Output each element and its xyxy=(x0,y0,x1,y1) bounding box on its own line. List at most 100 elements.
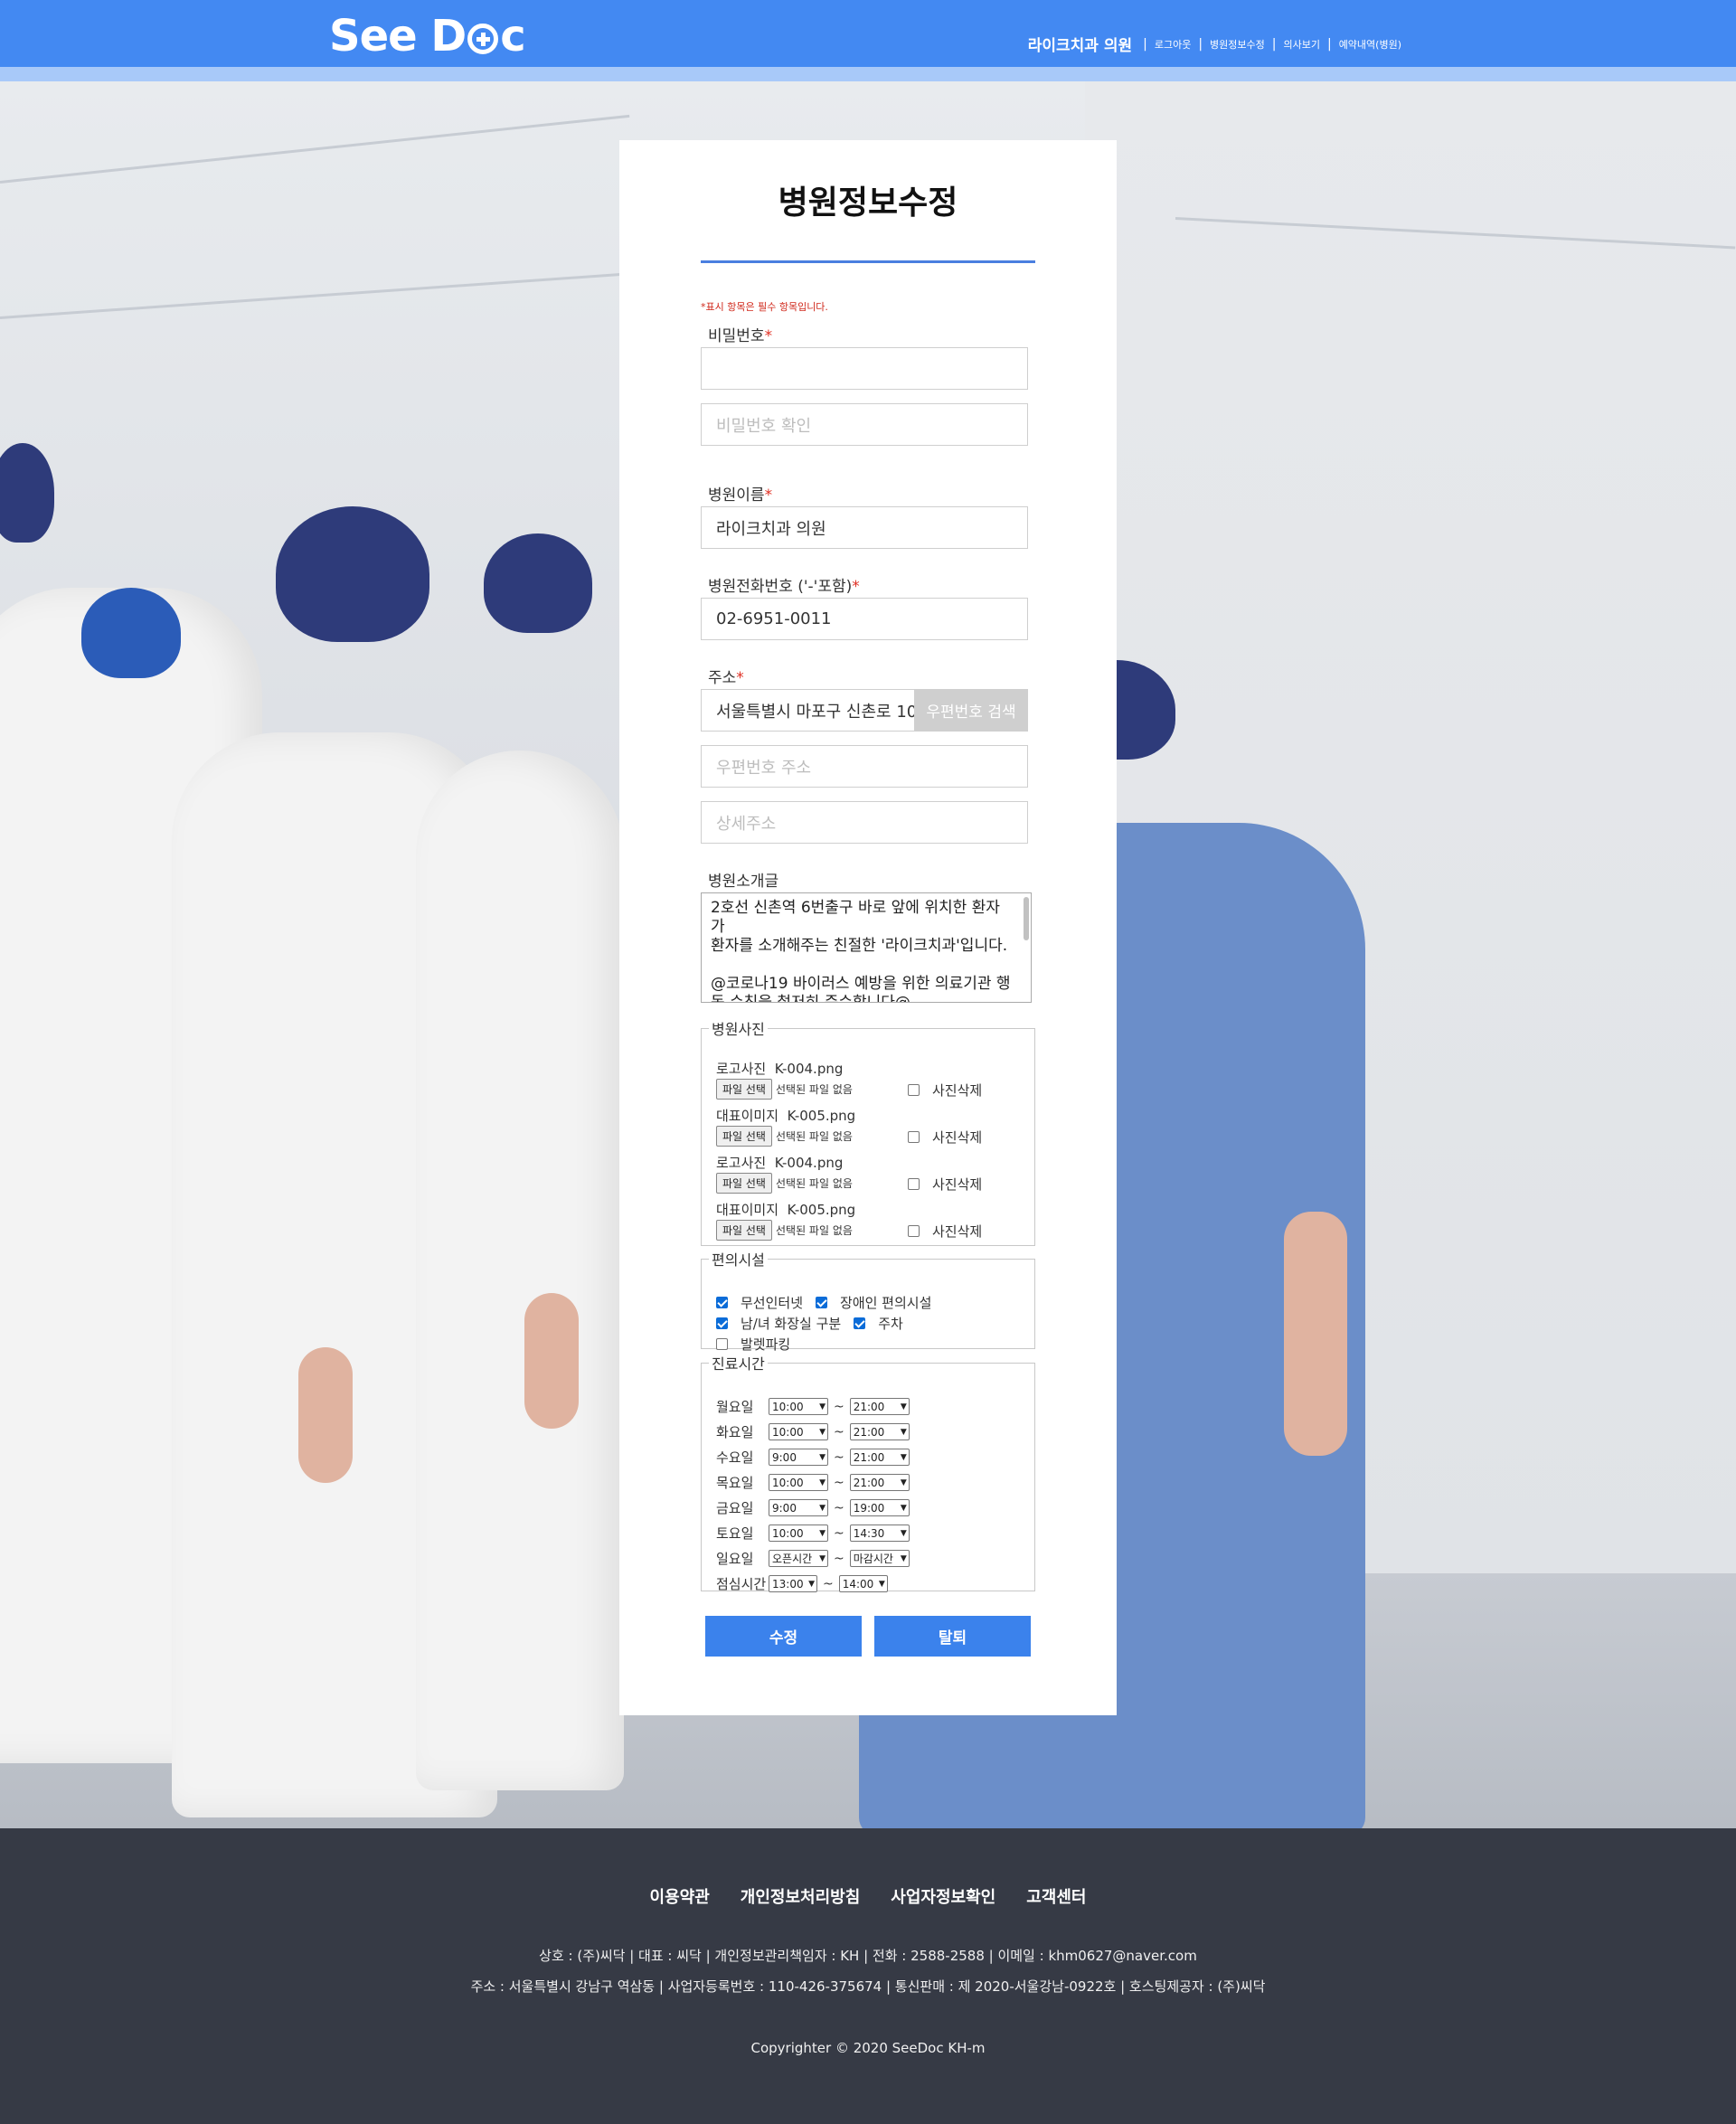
surgical-cap xyxy=(81,588,181,678)
facility-checkbox[interactable] xyxy=(854,1317,866,1329)
surgical-cap xyxy=(484,533,592,633)
select-value: 10:00 xyxy=(772,1400,804,1413)
password-label: 비밀번호* xyxy=(708,323,772,345)
facility-valet[interactable]: 발렛파킹 xyxy=(716,1335,790,1354)
open-time-select[interactable]: 10:00 ▼ xyxy=(769,1398,828,1415)
facility-wifi[interactable]: 무선인터넷 xyxy=(716,1293,803,1312)
select-value: 21:00 xyxy=(853,1400,885,1413)
address-detail-input[interactable]: 상세주소 xyxy=(701,801,1028,844)
logo-text-left: See D xyxy=(329,11,467,61)
day-label: 금요일 xyxy=(716,1500,754,1516)
photo-delete-checkbox[interactable] xyxy=(908,1178,920,1190)
chevron-down-icon: ▼ xyxy=(900,1553,907,1563)
facility-checkbox[interactable] xyxy=(716,1317,728,1329)
open-time-select[interactable]: 10:00 ▼ xyxy=(769,1474,828,1491)
select-value: 9:00 xyxy=(772,1501,797,1515)
facility-checkbox[interactable] xyxy=(716,1297,728,1308)
chevron-down-icon: ▼ xyxy=(819,1477,826,1487)
chevron-down-icon: ▼ xyxy=(819,1452,826,1462)
close-time-select[interactable]: 21:00 ▼ xyxy=(849,1398,910,1415)
withdraw-button[interactable]: 탈퇴 xyxy=(874,1616,1031,1657)
nav-edit-hospital-link[interactable]: 병원정보수정 xyxy=(1210,37,1265,52)
intro-line: 2호선 신촌역 6번출구 바로 앞에 위치한 환자가 xyxy=(711,899,1000,936)
close-time-select[interactable]: 21:00 ▼ xyxy=(849,1474,910,1491)
lunch-end-select[interactable]: 14:00 ▼ xyxy=(838,1575,888,1592)
range-tilde: ~ xyxy=(834,1449,844,1465)
hospital-name-label: 병원이름* xyxy=(708,482,772,505)
footer-address-info: 주소 : 서울특별시 강남구 역삼동 | 사업자등록번호 : 110-426-3… xyxy=(470,1978,1266,1995)
nav-reservations-link[interactable]: 예약내역(병원) xyxy=(1339,37,1401,52)
footer-privacy-link[interactable]: 개인정보처리방침 xyxy=(741,1884,860,1908)
doctor-arm xyxy=(1284,1212,1347,1456)
hours-row-wed: 수요일 9:00 ▼ ~21:00 ▼ xyxy=(716,1448,910,1467)
photo-file-row: 파일 선택 선택된 파일 없음 xyxy=(716,1220,853,1241)
close-time-select[interactable]: 21:00 ▼ xyxy=(849,1449,910,1466)
file-choose-button[interactable]: 파일 선택 xyxy=(716,1126,772,1147)
phone-input[interactable]: 02-6951-0011 xyxy=(701,598,1028,640)
open-time-select[interactable]: 10:00 ▼ xyxy=(769,1525,828,1542)
close-time-select[interactable]: 21:00 ▼ xyxy=(849,1423,910,1440)
file-choose-button[interactable]: 파일 선택 xyxy=(716,1173,772,1194)
address-input[interactable]: 서울특별시 마포구 신촌로 104 xyxy=(701,689,918,732)
range-tilde: ~ xyxy=(823,1576,834,1591)
phone-label-text: 병원전화번호 ('-'포함) xyxy=(708,578,853,596)
facility-accessibility[interactable]: 장애인 편의시설 xyxy=(816,1293,931,1312)
photo-delete-option: 사진삭제 xyxy=(908,1081,982,1100)
top-nav-bar: See D c 라이크치과 의원 | 로그아웃 | 병원정보수정 | 의사보기 |… xyxy=(0,0,1736,67)
no-file-text: 선택된 파일 없음 xyxy=(775,1083,853,1096)
close-time-select[interactable]: 19:00 ▼ xyxy=(849,1499,910,1516)
submit-button[interactable]: 수정 xyxy=(705,1616,862,1657)
facility-parking[interactable]: 주차 xyxy=(854,1314,903,1333)
day-label: 월요일 xyxy=(716,1399,754,1415)
password-confirm-input[interactable]: 비밀번호 확인 xyxy=(701,403,1028,446)
facility-restroom[interactable]: 남/녀 화장실 구분 xyxy=(716,1314,841,1333)
footer-links: 이용약관 개인정보처리방침 사업자정보확인 고객센터 xyxy=(0,1884,1736,1908)
zip-address-input[interactable]: 우편번호 주소 xyxy=(701,745,1028,788)
open-time-select[interactable]: 9:00 ▼ xyxy=(769,1499,828,1516)
nav-logout-link[interactable]: 로그아웃 xyxy=(1155,37,1191,52)
chevron-down-icon: ▼ xyxy=(808,1579,815,1589)
doctor-hand xyxy=(524,1293,579,1429)
intro-textarea[interactable]: 2호선 신촌역 6번출구 바로 앞에 위치한 환자가 환자를 소개해주는 친절한… xyxy=(701,892,1032,1003)
textarea-scrollbar[interactable] xyxy=(1024,897,1029,940)
photo-delete-checkbox[interactable] xyxy=(908,1225,920,1237)
file-choose-button[interactable]: 파일 선택 xyxy=(716,1079,772,1100)
open-time-select[interactable]: 오픈시간 ▼ xyxy=(769,1550,828,1567)
file-choose-button[interactable]: 파일 선택 xyxy=(716,1220,772,1241)
photo-delete-checkbox[interactable] xyxy=(908,1084,920,1096)
lunch-start-select[interactable]: 13:00 ▼ xyxy=(769,1575,817,1592)
chevron-down-icon: ▼ xyxy=(900,1503,907,1513)
photo-item-label: 대표이미지 K-005.png xyxy=(716,1106,855,1125)
footer-support-link[interactable]: 고객센터 xyxy=(1026,1884,1086,1908)
day-label: 목요일 xyxy=(716,1475,754,1491)
close-time-select[interactable]: 14:30 ▼ xyxy=(849,1525,910,1542)
open-time-select[interactable]: 10:00 ▼ xyxy=(769,1423,828,1440)
facility-checkbox[interactable] xyxy=(816,1297,828,1308)
footer-business-info-link[interactable]: 사업자정보확인 xyxy=(891,1884,995,1908)
hospital-name-input[interactable]: 라이크치과 의원 xyxy=(701,506,1028,549)
photo-type: 대표이미지 xyxy=(716,1202,779,1218)
zip-search-button[interactable]: 우편번호 검색 xyxy=(914,689,1028,732)
select-value: 13:00 xyxy=(772,1577,804,1591)
facility-checkbox[interactable] xyxy=(716,1338,728,1350)
footer-terms-link[interactable]: 이용약관 xyxy=(650,1884,710,1908)
range-tilde: ~ xyxy=(834,1500,844,1515)
footer-copyright: Copyrighter © 2020 SeeDoc KH-m xyxy=(750,2040,986,2056)
day-label: 토요일 xyxy=(716,1525,754,1542)
photo-item-label: 로고사진 K-004.png xyxy=(716,1059,843,1078)
facility-label: 무선인터넷 xyxy=(741,1295,804,1311)
surgical-cap xyxy=(276,506,429,642)
photo-file-row: 파일 선택 선택된 파일 없음 xyxy=(716,1126,853,1147)
seedoc-logo[interactable]: See D c xyxy=(329,11,526,61)
nav-doctors-link[interactable]: 의사보기 xyxy=(1283,37,1319,52)
password-input[interactable] xyxy=(701,347,1028,390)
photo-delete-checkbox[interactable] xyxy=(908,1131,920,1143)
range-tilde: ~ xyxy=(834,1525,844,1541)
range-tilde: ~ xyxy=(834,1551,844,1566)
open-time-select[interactable]: 9:00 ▼ xyxy=(769,1449,828,1466)
close-time-select[interactable]: 마감시간 ▼ xyxy=(849,1550,910,1567)
required-star: * xyxy=(764,327,773,345)
day-label: 점심시간 xyxy=(716,1576,767,1592)
chevron-down-icon: ▼ xyxy=(900,1452,907,1462)
select-value: 10:00 xyxy=(772,1526,804,1540)
